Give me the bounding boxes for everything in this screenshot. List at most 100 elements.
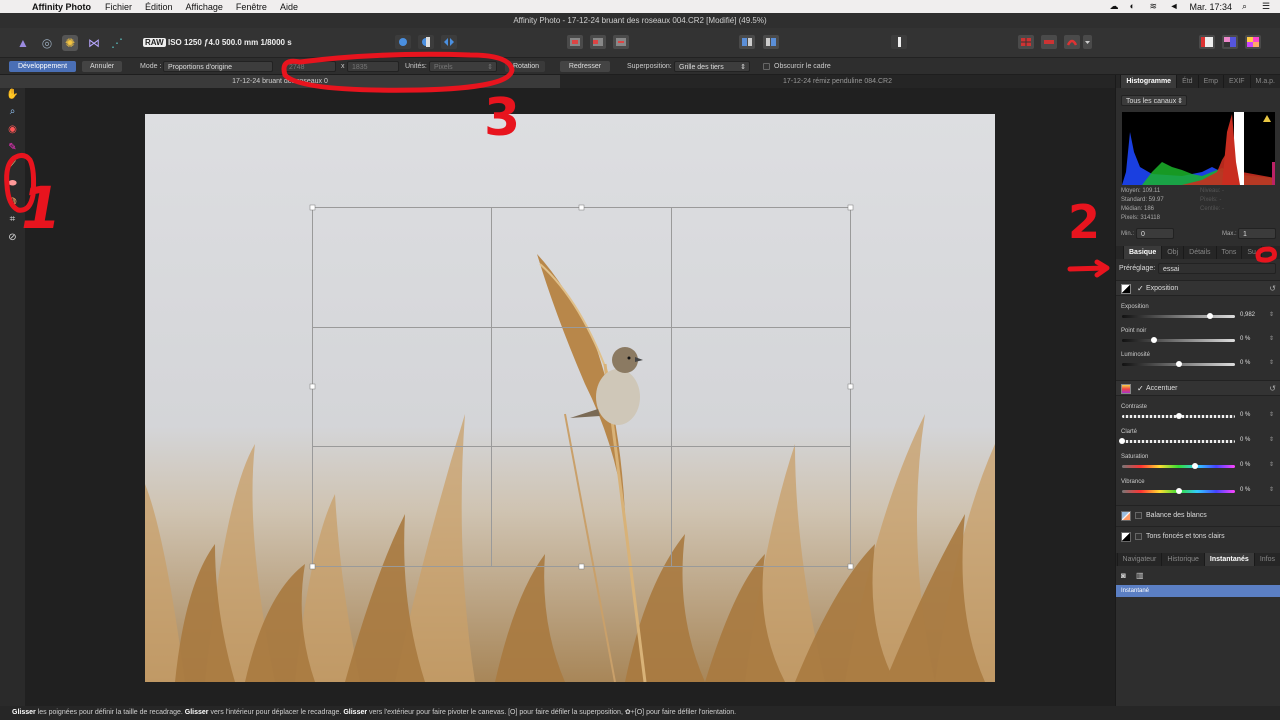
view-single-button[interactable] — [395, 35, 411, 49]
audio-icon[interactable]: ◐ — [1129, 2, 1139, 11]
tone-mapping-persona-icon[interactable]: ⋈ — [86, 35, 102, 51]
tab-obj[interactable]: Obj — [1162, 246, 1185, 259]
slider-value-exposure-2[interactable]: 0 % — [1240, 360, 1250, 366]
wifi-icon[interactable]: ≋ — [1149, 2, 1159, 11]
slider-track-exposure-0[interactable] — [1122, 313, 1235, 319]
export-persona-icon[interactable]: ⋰ — [109, 35, 125, 51]
tab-etd[interactable]: Étd — [1177, 75, 1199, 88]
enhance-enabled-checkmark-icon[interactable]: ✓ — [1137, 381, 1144, 397]
channel-select[interactable]: Tous les canaux ⇕ — [1121, 95, 1187, 106]
slider-value-enhance-3[interactable]: 0 % — [1240, 487, 1250, 493]
doc-tab-bruant[interactable]: 17-12-24 bruant des roseaux 0 — [0, 75, 560, 88]
slider-knob[interactable] — [1207, 313, 1214, 319]
preset-select[interactable]: essai — [1158, 263, 1276, 274]
tab-emp[interactable]: Emp — [1199, 75, 1224, 88]
clipping-highlights-button[interactable] — [590, 35, 606, 49]
menu-fichier[interactable]: Fichier — [105, 2, 132, 12]
notification-center-icon[interactable]: ☰ — [1262, 2, 1272, 11]
mode-select[interactable]: Proportions d'origine — [163, 61, 273, 72]
stepper-icon[interactable]: ⇕ — [1269, 411, 1274, 418]
crop-overlay[interactable] — [25, 88, 1115, 706]
crop-width-field[interactable]: 2748 — [284, 61, 336, 72]
develop-persona-icon[interactable]: ✺ — [62, 35, 78, 51]
search-icon[interactable]: ⌕ — [1242, 2, 1252, 11]
tab-tons[interactable]: Tons — [1217, 246, 1243, 259]
slider-value-exposure-0[interactable]: 0,982 — [1240, 312, 1255, 318]
slider-track-enhance-2[interactable] — [1122, 463, 1235, 469]
assistant-button[interactable] — [739, 35, 755, 49]
slider-knob[interactable] — [1175, 488, 1182, 494]
slider-track-enhance-3[interactable] — [1122, 488, 1235, 494]
reset-icon[interactable]: ↺ — [1269, 381, 1276, 397]
slider-knob[interactable] — [1175, 413, 1182, 419]
menu-affichage[interactable]: Affichage — [186, 2, 223, 12]
grid-overlay-button[interactable] — [1018, 35, 1034, 49]
slider-value-enhance-0[interactable]: 0 % — [1240, 412, 1250, 418]
tab-basique[interactable]: Basique — [1124, 246, 1163, 259]
enhance-section-header[interactable]: ✓ Accentuer ↺ — [1116, 380, 1280, 396]
shadows-highlights-checkbox[interactable] — [1135, 533, 1142, 540]
overlay-select[interactable]: Grille des tiers ⇕ — [674, 61, 750, 72]
overlay-gradient-tool-icon[interactable]: ◍ — [6, 195, 19, 208]
liquify-persona-icon[interactable]: ◎ — [39, 35, 55, 51]
camera-icon[interactable]: ◙ — [1121, 571, 1131, 580]
tab-su[interactable]: Su — [1242, 246, 1262, 259]
clipping-tones-button[interactable] — [613, 35, 629, 49]
rotation-button[interactable]: Rotation — [505, 61, 545, 72]
tab-histogramme[interactable]: Histogramme — [1121, 75, 1178, 88]
white-balance-picker-icon[interactable]: ⊘ — [6, 231, 19, 244]
stepper-icon[interactable]: ⇕ — [1269, 436, 1274, 443]
slider-knob[interactable] — [1175, 361, 1182, 367]
view-mirror-button[interactable] — [441, 35, 457, 49]
tab-navigateur[interactable]: Navigateur — [1118, 553, 1163, 566]
slider-knob[interactable] — [1150, 337, 1157, 343]
slider-track-exposure-2[interactable] — [1122, 361, 1235, 367]
blemish-tool-icon[interactable]: ✎ — [6, 141, 19, 154]
snapping-dropdown-chevron-icon[interactable] — [1083, 35, 1092, 49]
hand-tool-icon[interactable]: ✋ — [6, 88, 19, 101]
zoom-tool-icon[interactable]: ⌕ — [6, 105, 19, 118]
snapshot-flag-button[interactable] — [891, 35, 907, 49]
swatches-button[interactable] — [1245, 35, 1261, 49]
stepper-icon[interactable]: ⇕ — [1269, 359, 1274, 366]
slider-value-enhance-2[interactable]: 0 % — [1240, 462, 1250, 468]
units-select[interactable]: Pixels ⇕ — [429, 61, 497, 72]
trash-icon[interactable]: ▥ — [1136, 571, 1146, 580]
tab-exif[interactable]: EXIF — [1224, 75, 1251, 88]
doc-tab-remiz[interactable]: 17-12-24 rémiz penduline 084.CR2 — [560, 75, 1115, 88]
slider-track-enhance-0[interactable] — [1122, 413, 1235, 419]
menu-fenetre[interactable]: Fenêtre — [236, 2, 267, 12]
menubar-clock[interactable]: Mar. 17:34 — [1189, 2, 1232, 12]
develop-button[interactable]: Développement — [9, 61, 76, 72]
menu-app-name[interactable]: Affinity Photo — [32, 2, 91, 12]
tab-details[interactable]: Détails — [1184, 246, 1217, 259]
slider-track-enhance-1[interactable] — [1119, 438, 1235, 444]
exposure-enabled-checkmark-icon[interactable]: ✓ — [1137, 281, 1144, 297]
crop-tool-icon[interactable]: ⌗ — [6, 213, 19, 226]
snapshot-item[interactable]: Instantané — [1116, 585, 1280, 597]
tab-instantanes[interactable]: Instantanés — [1204, 553, 1255, 566]
tab-historique[interactable]: Historique — [1162, 553, 1205, 566]
mask-overlay-button[interactable] — [1041, 35, 1057, 49]
creative-cloud-icon[interactable]: ☁ — [1109, 2, 1119, 11]
stepper-icon[interactable]: ⇕ — [1269, 335, 1274, 342]
view-split-button[interactable] — [418, 35, 434, 49]
reset-icon[interactable]: ↺ — [1269, 281, 1276, 297]
slider-track-exposure-1[interactable] — [1122, 337, 1235, 343]
slider-knob[interactable] — [1192, 463, 1199, 469]
slider-value-exposure-1[interactable]: 0 % — [1240, 336, 1250, 342]
stepper-icon[interactable]: ⇕ — [1269, 461, 1274, 468]
clipping-shadows-button[interactable] — [567, 35, 583, 49]
slider-value-enhance-1[interactable]: 0 % — [1240, 437, 1250, 443]
canvas-area[interactable] — [25, 88, 1115, 706]
min-field[interactable]: 0 — [1136, 228, 1174, 239]
magnet-snapping-button[interactable] — [1064, 35, 1080, 49]
panel-layout-button[interactable] — [1199, 35, 1215, 49]
overlay-erase-tool-icon[interactable]: ⬬ — [6, 177, 19, 190]
crop-height-field[interactable]: 1835 — [347, 61, 399, 72]
photo-persona-icon[interactable]: ▲ — [15, 35, 31, 51]
overlay-paint-tool-icon[interactable]: ⟋ — [6, 159, 19, 172]
straighten-button[interactable]: Redresser — [560, 61, 610, 72]
color-panel-button[interactable] — [1222, 35, 1238, 49]
stepper-icon[interactable]: ⇕ — [1269, 486, 1274, 493]
